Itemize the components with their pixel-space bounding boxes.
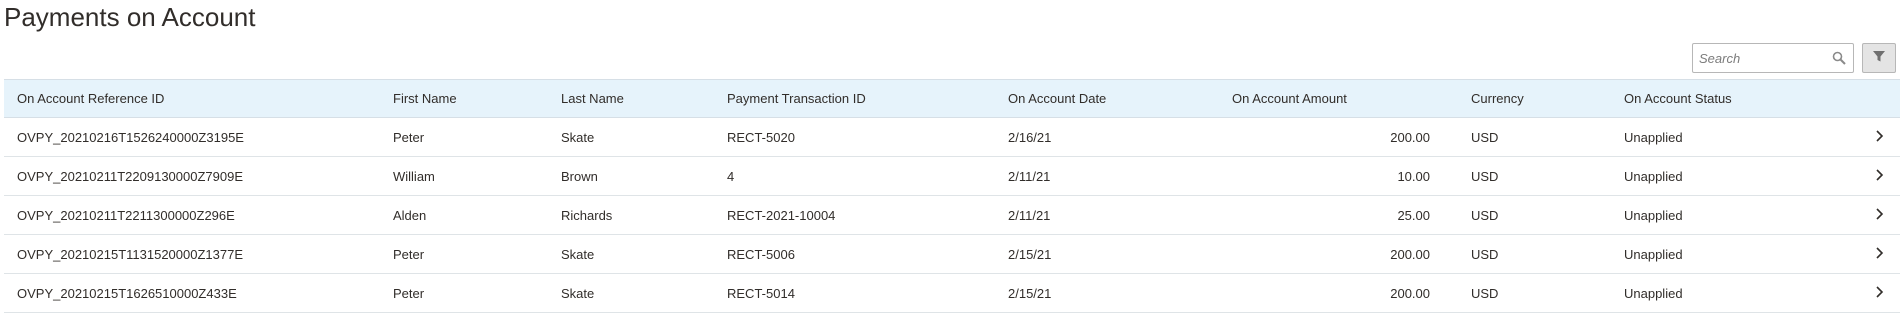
cell-reference-id: OVPY_20210211T2209130000Z7909E [4,156,380,196]
cell-first-name: Peter [380,273,548,313]
row-drilldown[interactable] [1840,156,1900,196]
cell-currency: USD [1458,234,1611,274]
cell-payment-transaction-id: RECT-5020 [714,117,995,157]
column-header-first-name[interactable]: First Name [380,79,548,118]
row-drilldown[interactable] [1840,117,1900,157]
cell-payment-transaction-id: RECT-5006 [714,234,995,274]
cell-reference-id: OVPY_20210215T1626510000Z433E [4,273,380,313]
column-header-last-name[interactable]: Last Name [548,79,714,118]
page-title: Payments on Account [4,2,256,32]
cell-currency: USD [1458,156,1611,196]
cell-currency: USD [1458,195,1611,235]
cell-payment-transaction-id: RECT-2021-10004 [714,195,995,235]
cell-reference-id: OVPY_20210211T2211300000Z296E [4,195,380,235]
cell-payment-transaction-id: 4 [714,156,995,196]
cell-on-account-amount: 10.00 [1219,156,1458,196]
chevron-right-icon[interactable] [1874,285,1884,298]
column-header-on-account-status[interactable]: On Account Status [1611,79,1840,118]
cell-first-name: Peter [380,234,548,274]
cell-on-account-status: Unapplied [1611,273,1840,313]
cell-first-name: Alden [380,195,548,235]
cell-last-name: Brown [548,156,714,196]
search-icon[interactable] [1831,50,1847,66]
cell-reference-id: OVPY_20210215T1131520000Z1377E [4,234,380,274]
payments-on-account-page: Payments on Account Search On Account Re… [0,0,1904,314]
cell-on-account-date: 2/16/21 [995,117,1219,157]
column-header-on-account-amount[interactable]: On Account Amount [1219,79,1458,118]
chevron-right-icon[interactable] [1874,207,1884,220]
filter-button[interactable] [1862,43,1896,73]
cell-reference-id: OVPY_20210216T1526240000Z3195E [4,117,380,157]
chevron-right-icon[interactable] [1874,168,1884,181]
cell-on-account-date: 2/15/21 [995,234,1219,274]
cell-on-account-status: Unapplied [1611,156,1840,196]
cell-on-account-status: Unapplied [1611,234,1840,274]
cell-last-name: Skate [548,273,714,313]
cell-on-account-amount: 200.00 [1219,273,1458,313]
chevron-right-icon[interactable] [1874,129,1884,142]
table-header-row: On Account Reference ID First Name Last … [4,79,1900,118]
cell-on-account-date: 2/15/21 [995,273,1219,313]
cell-payment-transaction-id: RECT-5014 [714,273,995,313]
chevron-right-icon[interactable] [1874,246,1884,259]
cell-last-name: Skate [548,234,714,274]
column-header-currency[interactable]: Currency [1458,79,1611,118]
cell-on-account-date: 2/11/21 [995,156,1219,196]
search-box[interactable] [1692,43,1854,73]
table-toolbar [1692,43,1896,73]
column-header-on-account-date[interactable]: On Account Date [995,79,1219,118]
column-header-reference-id[interactable]: On Account Reference ID [4,79,380,118]
funnel-icon [1872,49,1886,68]
cell-last-name: Richards [548,195,714,235]
column-header-actions [1840,79,1900,118]
cell-on-account-amount: 25.00 [1219,195,1458,235]
cell-first-name: Peter [380,117,548,157]
row-drilldown[interactable] [1840,234,1900,274]
row-drilldown[interactable] [1840,273,1900,313]
cell-on-account-status: Unapplied [1611,117,1840,157]
cell-on-account-status: Unapplied [1611,195,1840,235]
search-input[interactable] [1699,50,1831,66]
cell-currency: USD [1458,117,1611,157]
table-row[interactable]: OVPY_20210216T1526240000Z3195E Peter Ska… [4,117,1900,157]
table-row[interactable]: OVPY_20210211T2211300000Z296E Alden Rich… [4,195,1900,235]
cell-currency: USD [1458,273,1611,313]
column-header-payment-transaction-id[interactable]: Payment Transaction ID [714,79,995,118]
payments-table: On Account Reference ID First Name Last … [4,79,1900,313]
cell-first-name: William [380,156,548,196]
cell-on-account-amount: 200.00 [1219,117,1458,157]
table-row[interactable]: OVPY_20210215T1626510000Z433E Peter Skat… [4,273,1900,313]
table-row[interactable]: OVPY_20210211T2209130000Z7909E William B… [4,156,1900,196]
cell-on-account-date: 2/11/21 [995,195,1219,235]
cell-on-account-amount: 200.00 [1219,234,1458,274]
table-row[interactable]: OVPY_20210215T1131520000Z1377E Peter Ska… [4,234,1900,274]
row-drilldown[interactable] [1840,195,1900,235]
cell-last-name: Skate [548,117,714,157]
